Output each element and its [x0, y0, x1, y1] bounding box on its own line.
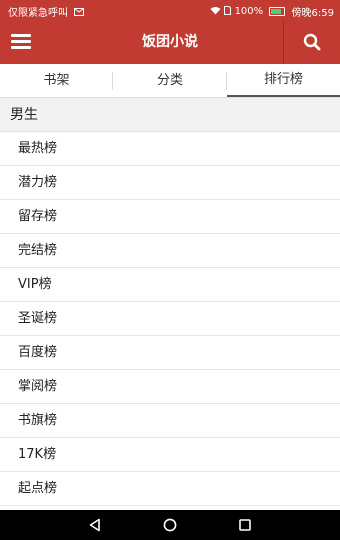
- hamburger-menu-icon: [11, 34, 31, 50]
- recents-square-icon: [239, 519, 251, 531]
- sim-icon: [224, 5, 234, 18]
- list-item[interactable]: 掌阅榜: [0, 370, 340, 404]
- clock: 傍晚6:59: [291, 8, 334, 19]
- recents-button[interactable]: [225, 510, 265, 540]
- tab-bookshelf[interactable]: 书架: [0, 64, 113, 97]
- list-item[interactable]: 留存榜: [0, 200, 340, 234]
- network-status-text: 仅限紧急呼叫: [8, 8, 68, 19]
- app-title: 饭团小说: [142, 34, 198, 50]
- list-item[interactable]: 最热榜: [0, 132, 340, 166]
- battery-percent: 100%: [234, 6, 264, 17]
- tab-rankings[interactable]: 排行榜: [227, 64, 340, 97]
- list-item[interactable]: 百度榜: [0, 336, 340, 370]
- list-item[interactable]: 17K榜: [0, 438, 340, 472]
- ranking-list: 最热榜 潜力榜 留存榜 完结榜 VIP榜 圣诞榜 百度榜 掌阅榜 书旗榜 17K…: [0, 132, 340, 506]
- list-item[interactable]: 圣诞榜: [0, 302, 340, 336]
- status-bar: 仅限紧急呼叫 100% 傍晚6:59: [0, 0, 340, 20]
- tab-categories[interactable]: 分类: [113, 64, 227, 97]
- section-header-male: 男生: [0, 98, 340, 132]
- list-item[interactable]: 完结榜: [0, 234, 340, 268]
- status-bar-left: 仅限紧急呼叫: [8, 4, 85, 19]
- message-icon: [74, 7, 85, 19]
- status-bar-right: 100% 傍晚6:59: [210, 4, 334, 19]
- wifi-icon: [210, 6, 224, 18]
- list-item[interactable]: 书旗榜: [0, 404, 340, 438]
- battery-icon: [269, 7, 286, 16]
- home-circle-icon: [163, 518, 177, 532]
- home-button[interactable]: [150, 510, 190, 540]
- search-icon: [303, 33, 321, 51]
- menu-button[interactable]: [0, 20, 44, 64]
- back-button[interactable]: [75, 510, 115, 540]
- app-bar: 饭团小说: [0, 20, 340, 64]
- back-triangle-icon: [89, 518, 100, 532]
- list-item[interactable]: 起点榜: [0, 472, 340, 506]
- list-item[interactable]: VIP榜: [0, 268, 340, 302]
- search-button[interactable]: [283, 20, 340, 64]
- tab-bar: 书架 分类 排行榜: [0, 64, 340, 98]
- list-item[interactable]: 潜力榜: [0, 166, 340, 200]
- system-nav-bar: [0, 510, 340, 540]
